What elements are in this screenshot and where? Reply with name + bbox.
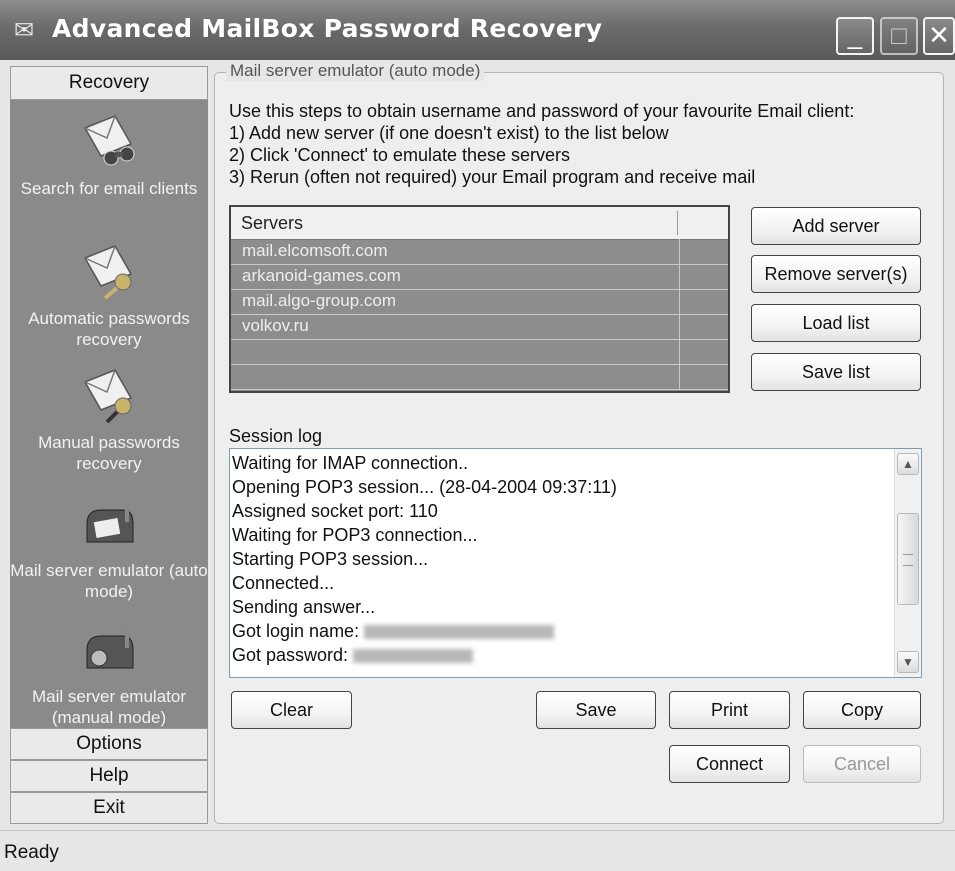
instruction-line: 3) Rerun (often not required) your Email… xyxy=(229,167,756,187)
window-title: Advanced MailBox Password Recovery xyxy=(52,14,603,43)
sidebar-item-manual-recovery[interactable]: Manual passwords recovery xyxy=(10,368,208,474)
servers-column-header[interactable]: Servers xyxy=(231,207,728,240)
minimize-button[interactable]: _ xyxy=(836,17,874,55)
log-line: Sending answer... xyxy=(232,597,376,617)
sidebar-item-label: Mail server emulator (auto mode) xyxy=(10,561,208,601)
sidebar-item-label: Search for email clients xyxy=(20,179,198,198)
server-name: arkanoid-games.com xyxy=(242,266,401,285)
recovery-panel: Search for email clients Automatic passw… xyxy=(10,100,208,728)
server-name: mail.algo-group.com xyxy=(242,291,397,310)
save-button[interactable]: Save xyxy=(536,691,656,729)
servers-header-label: Servers xyxy=(241,213,304,233)
nav-help[interactable]: Help xyxy=(10,760,208,792)
servers-list[interactable]: Servers mail.elcomsoft.com arkanoid-game… xyxy=(229,205,730,393)
server-row[interactable]: volkov.ru xyxy=(231,315,728,340)
envelope-key-icon xyxy=(83,369,133,424)
log-line: Starting POP3 session... xyxy=(232,549,429,569)
instruction-line: 1) Add new server (if one doesn't exist)… xyxy=(229,123,669,143)
sidebar-item-emulator-auto[interactable]: Mail server emulator (auto mode) xyxy=(10,496,208,602)
instruction-line: Use this steps to obtain username and pa… xyxy=(229,101,855,121)
connect-button[interactable]: Connect xyxy=(669,745,790,783)
group-title: Mail server emulator (auto mode) xyxy=(226,61,485,81)
sidebar-item-label: Mail server emulator (manual mode) xyxy=(32,687,186,727)
mailbox-icon xyxy=(86,628,134,669)
app-icon: ✉ xyxy=(14,17,35,44)
maximize-button[interactable]: □ xyxy=(880,17,918,55)
sidebar-item-emulator-manual[interactable]: Mail server emulator (manual mode) xyxy=(10,622,208,728)
log-scrollbar[interactable]: ▲ ▼ xyxy=(894,449,921,677)
server-row[interactable]: arkanoid-games.com xyxy=(231,265,728,290)
remove-server-button[interactable]: Remove server(s) xyxy=(751,255,921,293)
app-window: ✉ Advanced MailBox Password Recovery _ □… xyxy=(0,0,955,871)
server-row[interactable]: mail.elcomsoft.com xyxy=(231,240,728,265)
print-button[interactable]: Print xyxy=(669,691,790,729)
cancel-button[interactable]: Cancel xyxy=(803,745,921,783)
envelope-key-icon xyxy=(83,245,133,300)
status-bar: Ready xyxy=(0,830,955,871)
log-line: Waiting for POP3 connection... xyxy=(232,525,478,545)
envelope-binoculars-icon xyxy=(83,115,135,166)
sidebar-item-label: Manual passwords recovery xyxy=(38,433,180,473)
load-list-button[interactable]: Load list xyxy=(751,304,921,342)
sidebar: Recovery Search for email clients Automa… xyxy=(10,66,208,824)
log-line: Opening POP3 session... (28-04-2004 09:3… xyxy=(232,477,617,497)
nav-exit[interactable]: Exit xyxy=(10,792,208,824)
clear-button[interactable]: Clear xyxy=(231,691,352,729)
log-line-password: Got password: xyxy=(232,645,474,666)
copy-button[interactable]: Copy xyxy=(803,691,921,729)
title-bar[interactable]: ✉ Advanced MailBox Password Recovery _ □… xyxy=(0,0,955,60)
server-row-empty[interactable] xyxy=(231,365,728,390)
server-name: volkov.ru xyxy=(242,316,309,335)
redacted-password xyxy=(353,649,474,664)
sidebar-item-automatic-recovery[interactable]: Automatic passwords recovery xyxy=(10,244,208,350)
instruction-line: 2) Click 'Connect' to emulate these serv… xyxy=(229,145,571,165)
sidebar-item-label: Automatic passwords recovery xyxy=(28,309,190,349)
scroll-up-icon[interactable]: ▲ xyxy=(897,453,919,475)
log-line-text: Got login name: xyxy=(232,621,360,641)
redacted-login xyxy=(364,625,555,640)
log-line-text: Got password: xyxy=(232,645,349,665)
session-log-label: Session log xyxy=(229,426,323,446)
nav-recovery[interactable]: Recovery xyxy=(10,66,208,100)
save-list-button[interactable]: Save list xyxy=(751,353,921,391)
nav-options[interactable]: Options xyxy=(10,728,208,760)
sidebar-item-search-clients[interactable]: Search for email clients xyxy=(10,114,208,199)
grip-icon xyxy=(903,554,913,566)
log-line-login: Got login name: xyxy=(232,621,555,642)
mailbox-icon xyxy=(86,502,134,543)
server-row[interactable]: mail.algo-group.com xyxy=(231,290,728,315)
log-line: Assigned socket port: 110 xyxy=(232,501,438,521)
log-line: Connected... xyxy=(232,573,335,593)
scroll-down-icon[interactable]: ▼ xyxy=(897,651,919,673)
status-text: Ready xyxy=(4,842,59,863)
scroll-thumb[interactable] xyxy=(897,513,919,605)
log-line: Waiting for IMAP connection.. xyxy=(232,453,469,473)
column-divider xyxy=(677,211,678,235)
add-server-button[interactable]: Add server xyxy=(751,207,921,245)
server-row-empty[interactable] xyxy=(231,340,728,365)
close-button[interactable]: ✕ xyxy=(923,17,955,55)
server-name: mail.elcomsoft.com xyxy=(242,241,388,260)
session-log[interactable]: Waiting for IMAP connection.. Opening PO… xyxy=(229,448,922,678)
